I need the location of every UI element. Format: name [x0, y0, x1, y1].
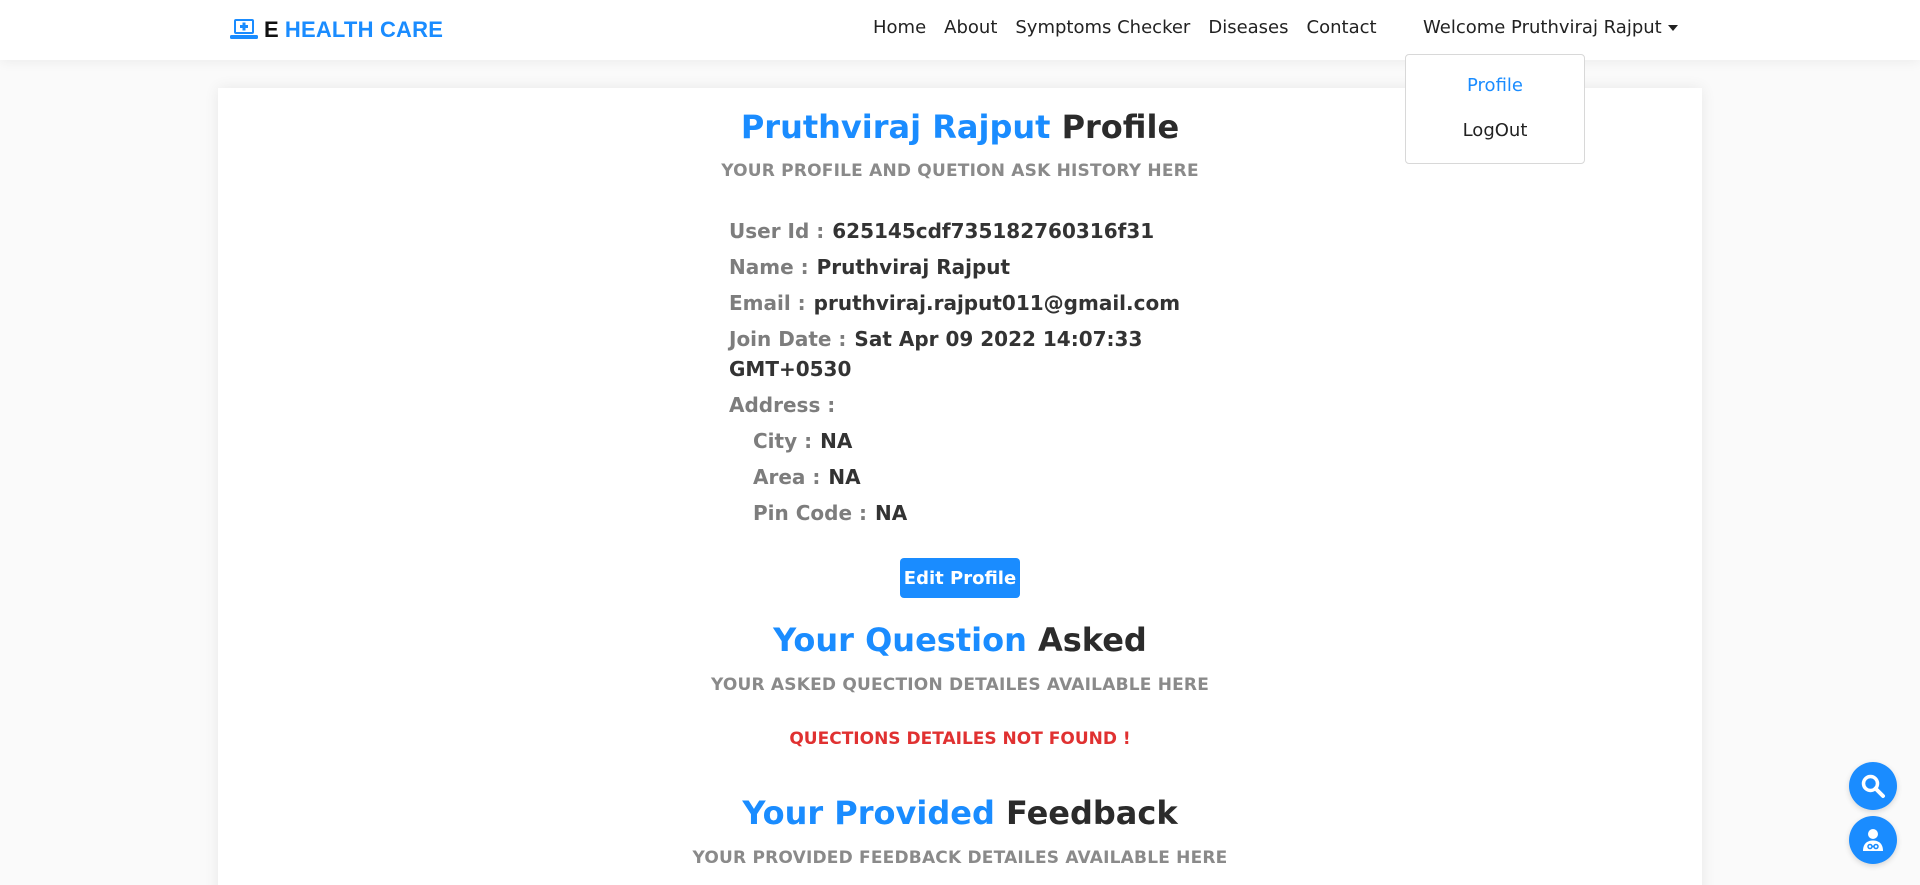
feedback-title-dark: Feedback	[1006, 794, 1178, 832]
pin-code-row: Pin Code : NA	[753, 498, 907, 528]
brand-letter: E	[264, 17, 279, 42]
email-value: pruthviraj.rajput011@gmail.com	[813, 291, 1181, 315]
nav-home[interactable]: Home	[873, 17, 926, 38]
join-date-label: Join Date :	[729, 327, 847, 351]
top-navbar: E HEALTH CARE Home About Symptoms Checke…	[0, 0, 1920, 60]
email-row: Email : pruthviraj.rajput011@gmail.com	[729, 288, 1180, 318]
laptop-medical-icon	[230, 19, 258, 39]
user-id-row: User Id : 625145cdf735182760316f31	[729, 216, 1154, 246]
search-icon	[1861, 774, 1885, 798]
dropdown-profile[interactable]: Profile	[1406, 75, 1584, 96]
nav-contact[interactable]: Contact	[1307, 17, 1377, 38]
brand-name: HEALTH CARE	[284, 17, 444, 42]
feedback-title-blue: Your Provided	[742, 794, 995, 832]
name-label: Name :	[729, 255, 809, 279]
area-row: Area : NA	[753, 462, 861, 492]
join-date-timezone: GMT+0530	[729, 357, 852, 381]
profile-title-name: Pruthviraj Rajput	[740, 108, 1051, 146]
questions-empty-message: QUECTIONS DETAILES NOT FOUND !	[789, 729, 1131, 749]
doctor-icon	[1863, 829, 1883, 851]
edit-profile-button[interactable]: Edit Profile	[900, 558, 1020, 598]
profile-title-suffix: Profile	[1061, 108, 1180, 146]
user-id-value: 625145cdf735182760316f31	[832, 219, 1155, 243]
name-value: Pruthviraj Rajput	[816, 255, 1011, 279]
questions-title-dark: Asked	[1037, 621, 1147, 659]
area-value: NA	[828, 465, 861, 489]
nav-links: Home About Symptoms Checker Diseases Con…	[873, 17, 1395, 38]
nav-symptoms-checker[interactable]: Symptoms Checker	[1015, 17, 1190, 38]
questions-subtitle: YOUR ASKED QUECTION DETAILES AVAILABLE H…	[710, 675, 1210, 695]
pin-code-value: NA	[874, 501, 908, 525]
user-dropdown-menu: Profile LogOut	[1405, 54, 1585, 164]
join-date-row: Join Date : Sat Apr 09 2022 14:07:33	[729, 324, 1142, 354]
welcome-text: Welcome Pruthviraj Rajput	[1423, 17, 1662, 38]
user-id-label: User Id :	[729, 219, 825, 243]
address-row: Address :	[729, 390, 835, 420]
address-label: Address :	[729, 393, 836, 417]
profile-card: Pruthviraj Rajput Profile YOUR PROFILE A…	[218, 88, 1702, 885]
profile-subtitle: YOUR PROFILE AND QUETION ASK HISTORY HER…	[721, 161, 1199, 181]
caret-down-icon	[1667, 24, 1678, 31]
city-value: NA	[820, 429, 853, 453]
join-date-tz: GMT+0530	[729, 354, 851, 384]
join-date-value: Sat Apr 09 2022 14:07:33	[854, 327, 1143, 351]
feedback-title: Your Provided Feedback	[218, 794, 1702, 832]
questions-title: Your Question Asked	[218, 621, 1702, 659]
questions-title-blue: Your Question	[773, 621, 1027, 659]
dropdown-logout[interactable]: LogOut	[1406, 120, 1584, 141]
floating-doctor-button[interactable]	[1849, 816, 1897, 864]
city-row: City : NA	[753, 426, 852, 456]
floating-search-button[interactable]	[1849, 762, 1897, 810]
user-menu-toggle[interactable]: Welcome Pruthviraj Rajput	[1423, 17, 1678, 38]
pin-code-label: Pin Code :	[753, 501, 867, 525]
city-label: City :	[753, 429, 813, 453]
email-label: Email :	[729, 291, 806, 315]
nav-about[interactable]: About	[944, 17, 997, 38]
brand-logo[interactable]: E HEALTH CARE	[230, 15, 443, 45]
nav-diseases[interactable]: Diseases	[1208, 17, 1288, 38]
name-row: Name : Pruthviraj Rajput	[729, 252, 1010, 282]
feedback-subtitle: YOUR PROVIDED FEEDBACK DETAILES AVAILABL…	[692, 848, 1228, 868]
area-label: Area :	[753, 465, 821, 489]
